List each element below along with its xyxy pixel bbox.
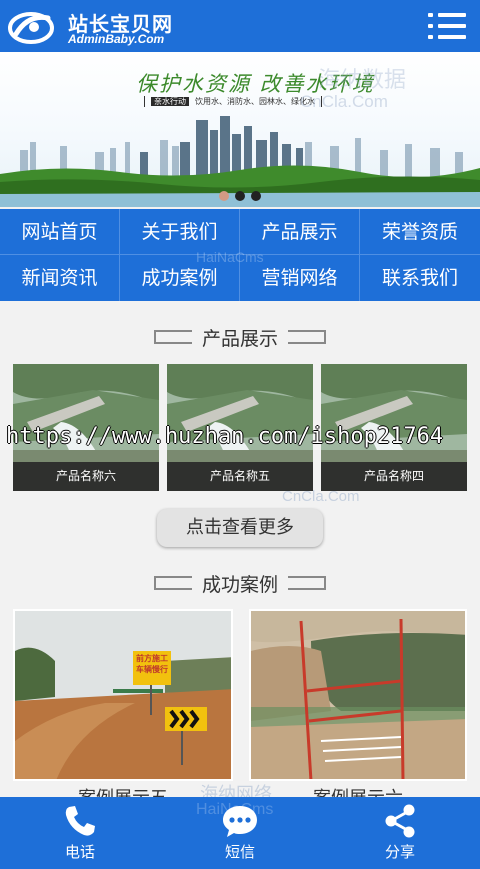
menu-bullet-icon [428, 35, 433, 39]
case-roadwork-image [15, 611, 231, 779]
title-bracket-right [288, 330, 326, 344]
product-card[interactable]: 产品名称四 [321, 364, 467, 491]
case-sign-text: 前方施工 车辆慢行 [136, 654, 168, 674]
share-icon [385, 804, 415, 838]
nav-item-cases[interactable]: 成功案例 [120, 255, 240, 301]
header-bar: 站长宝贝网 AdminBaby.Com [0, 0, 480, 52]
nav-item-honors[interactable]: 荣誉资质 [360, 209, 480, 255]
product-name: 产品名称五 [167, 462, 313, 491]
banner-title: 保护水资源 改善水环境 [136, 72, 375, 96]
nav-item-home[interactable]: 网站首页 [0, 209, 120, 255]
site-logo[interactable]: 站长宝贝网 AdminBaby.Com [8, 6, 178, 48]
nav-item-products[interactable]: 产品展示 [240, 209, 360, 255]
product-card[interactable]: 产品名称六 [13, 364, 159, 491]
product-card[interactable]: 产品名称五 [167, 364, 313, 491]
menu-line [438, 13, 466, 17]
case-card[interactable] [249, 609, 467, 781]
logo-english-text: AdminBaby.Com [68, 32, 165, 46]
nav-item-news[interactable]: 新闻资讯 [0, 255, 120, 301]
slider-dots [0, 186, 480, 205]
nav-item-contact[interactable]: 联系我们 [360, 255, 480, 301]
title-bracket-left [154, 330, 192, 344]
view-more-button[interactable]: 点击查看更多 [157, 509, 323, 547]
products-title-text: 产品展示 [201, 328, 278, 350]
banner-tag-text: 饮用水、消防水、园林水、绿化水 [195, 97, 315, 106]
footer-sms-label: 短信 [224, 843, 255, 861]
main-nav-grid: 网站首页 关于我们 产品展示 荣誉资质 新闻资讯 成功案例 营销网络 联系我们 … [0, 209, 480, 301]
footer-phone-label: 电话 [64, 843, 95, 861]
menu-line [438, 24, 466, 28]
cases-section-title: 成功案例 [0, 570, 480, 600]
footer-share-button[interactable]: 分享 [320, 797, 480, 869]
product-name: 产品名称六 [13, 462, 159, 491]
title-bracket-left [154, 576, 192, 590]
slider-dot[interactable] [235, 191, 245, 201]
cases-title-text: 成功案例 [201, 574, 278, 596]
phone-icon [65, 806, 95, 836]
nav-item-about[interactable]: 关于我们 [120, 209, 240, 255]
footer-bar: 电话 短信 分享 HaiNaCms [0, 797, 480, 869]
banner-tag-label: 亲水行动 [151, 97, 189, 106]
banner-slider[interactable]: 保护水资源 改善水环境 亲水行动 饮用水、消防水、园林水、绿化水 海纳数据 CnC… [0, 52, 480, 207]
slider-dot[interactable] [219, 191, 229, 201]
menu-button[interactable] [428, 12, 466, 40]
product-name: 产品名称四 [321, 462, 467, 491]
products-section-title: 产品展示 [0, 324, 480, 354]
footer-sms-button[interactable]: 短信 [160, 797, 320, 869]
slider-dot[interactable] [251, 191, 261, 201]
title-bracket-right [288, 576, 326, 590]
footer-phone-button[interactable]: 电话 [0, 797, 160, 869]
footer-share-label: 分享 [384, 843, 415, 861]
logo-swirl-icon [8, 12, 54, 44]
menu-line [438, 35, 466, 39]
banner-tagline: 亲水行动 饮用水、消防水、园林水、绿化水 [144, 96, 322, 107]
sms-icon [223, 806, 257, 837]
menu-bullet-icon [428, 13, 433, 17]
menu-bullet-icon [428, 24, 433, 28]
case-riverbank-image [251, 611, 465, 779]
case-card[interactable]: 前方施工 车辆慢行 [13, 609, 233, 781]
nav-item-network[interactable]: 营销网络 [240, 255, 360, 301]
